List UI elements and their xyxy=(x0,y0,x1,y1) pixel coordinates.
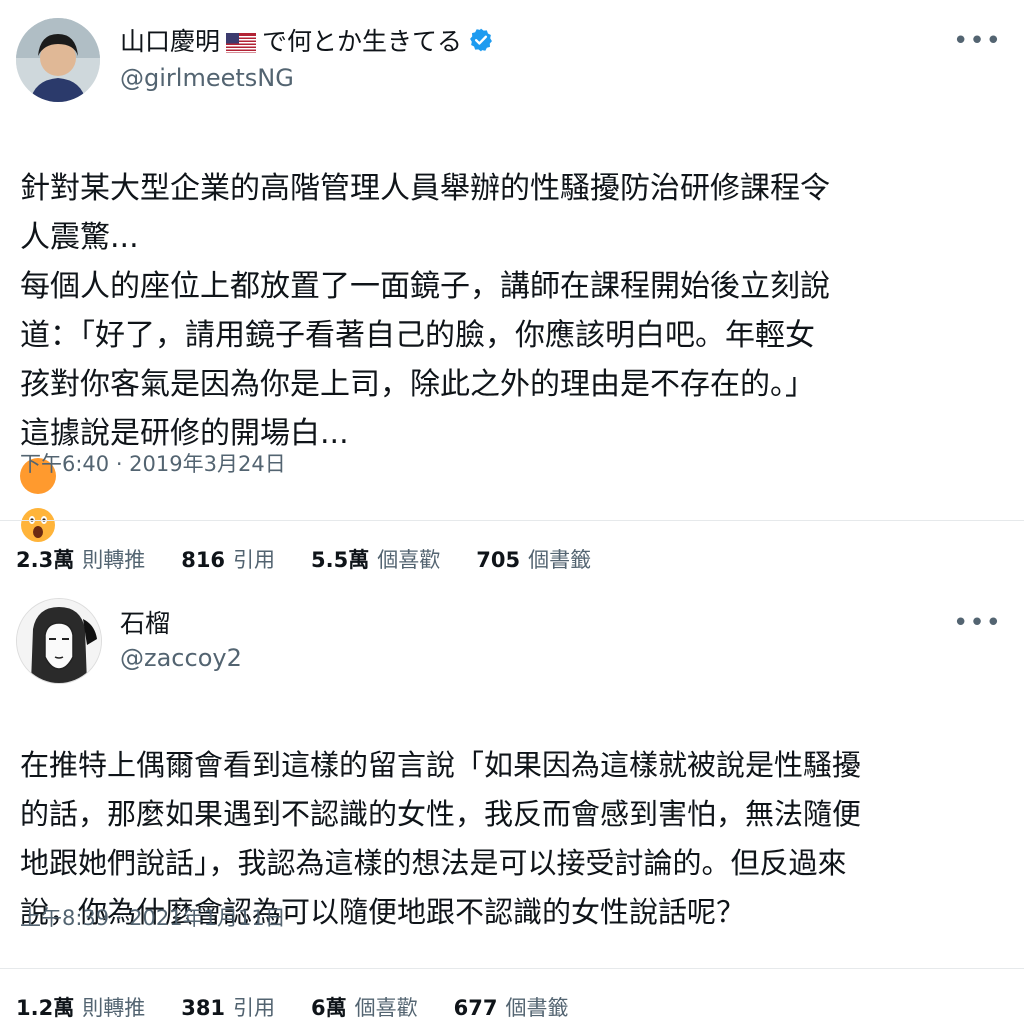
verified-badge-icon xyxy=(468,27,494,53)
tweet-body: 在推特上偶爾會看到這樣的留言說「如果因為這樣就被說是性騷擾 的話，那麼如果遇到不… xyxy=(20,692,970,937)
tweet-body: 針對某大型企業的高階管理人員舉辦的性騷擾防治研修課程令 人震驚... 每個人的座… xyxy=(20,115,970,552)
engagement-stats: 2.3萬 則轉推 816 引用 5.5萬 個喜歡 705 個書籤 xyxy=(16,544,591,574)
display-name-suffix: で何とか生きてる xyxy=(262,27,463,56)
us-flag-icon xyxy=(226,30,257,53)
display-name[interactable]: 石榴 xyxy=(120,604,170,640)
divider xyxy=(0,520,1024,521)
handle[interactable]: @girlmeetsNG xyxy=(120,64,294,92)
quotes-stat[interactable]: 816 引用 xyxy=(181,544,275,574)
stat-label: 個喜歡 xyxy=(377,548,441,572)
stat-value: 705 xyxy=(476,548,521,572)
quotes-stat[interactable]: 381 引用 xyxy=(181,992,275,1022)
display-name-row: 石榴 xyxy=(120,604,170,640)
likes-stat[interactable]: 5.5萬 個喜歡 xyxy=(311,544,440,574)
display-name-row: 山口慶明 で何とか生きてる xyxy=(120,22,494,58)
divider xyxy=(0,968,1024,969)
stat-label: 引用 xyxy=(233,548,276,572)
bookmarks-stat[interactable]: 705 個書籤 xyxy=(476,544,591,574)
timestamp[interactable]: 下午6:40 · 2019年3月24日 xyxy=(20,448,286,478)
handle[interactable]: @zaccoy2 xyxy=(120,644,242,672)
stat-value: 677 xyxy=(453,996,498,1020)
timestamp[interactable]: 上午8:39 · 2021年1月11日 xyxy=(20,902,286,932)
stat-value: 816 xyxy=(181,548,226,572)
stat-label: 個喜歡 xyxy=(354,996,418,1020)
tweet-1: 山口慶明 で何とか生きてる @girlmeetsNG ••• 針對某大型企業的高… xyxy=(0,0,1024,572)
stat-label: 則轉推 xyxy=(82,996,146,1020)
avatar[interactable] xyxy=(16,598,102,684)
stat-label: 個書籤 xyxy=(505,996,569,1020)
retweets-stat[interactable]: 2.3萬 則轉推 xyxy=(16,544,145,574)
tweet-text: 針對某大型企業的高階管理人員舉辦的性騷擾防治研修課程令 人震驚... 每個人的座… xyxy=(20,171,830,451)
stat-value: 2.3萬 xyxy=(16,548,75,572)
bookmarks-stat[interactable]: 677 個書籤 xyxy=(454,992,569,1022)
more-dots-icon[interactable]: ••• xyxy=(953,28,1002,54)
stat-value: 5.5萬 xyxy=(311,548,370,572)
stat-value: 1.2萬 xyxy=(16,996,75,1020)
stat-value: 381 xyxy=(181,996,226,1020)
avatar[interactable] xyxy=(16,18,100,102)
stat-label: 則轉推 xyxy=(82,548,146,572)
display-name[interactable]: 山口慶明 xyxy=(120,22,220,58)
likes-stat[interactable]: 6萬 個喜歡 xyxy=(311,992,418,1022)
stat-label: 個書籤 xyxy=(528,548,592,572)
tweet-2: 石榴 @zaccoy2 ••• 在推特上偶爾會看到這樣的留言說「如果因為這樣就被… xyxy=(0,590,1024,1023)
stat-label: 引用 xyxy=(233,996,276,1020)
retweets-stat[interactable]: 1.2萬 則轉推 xyxy=(16,992,145,1022)
engagement-stats: 1.2萬 則轉推 381 引用 6萬 個喜歡 677 個書籤 xyxy=(16,992,569,1022)
stat-value: 6萬 xyxy=(311,996,347,1020)
more-dots-icon[interactable]: ••• xyxy=(953,610,1002,636)
